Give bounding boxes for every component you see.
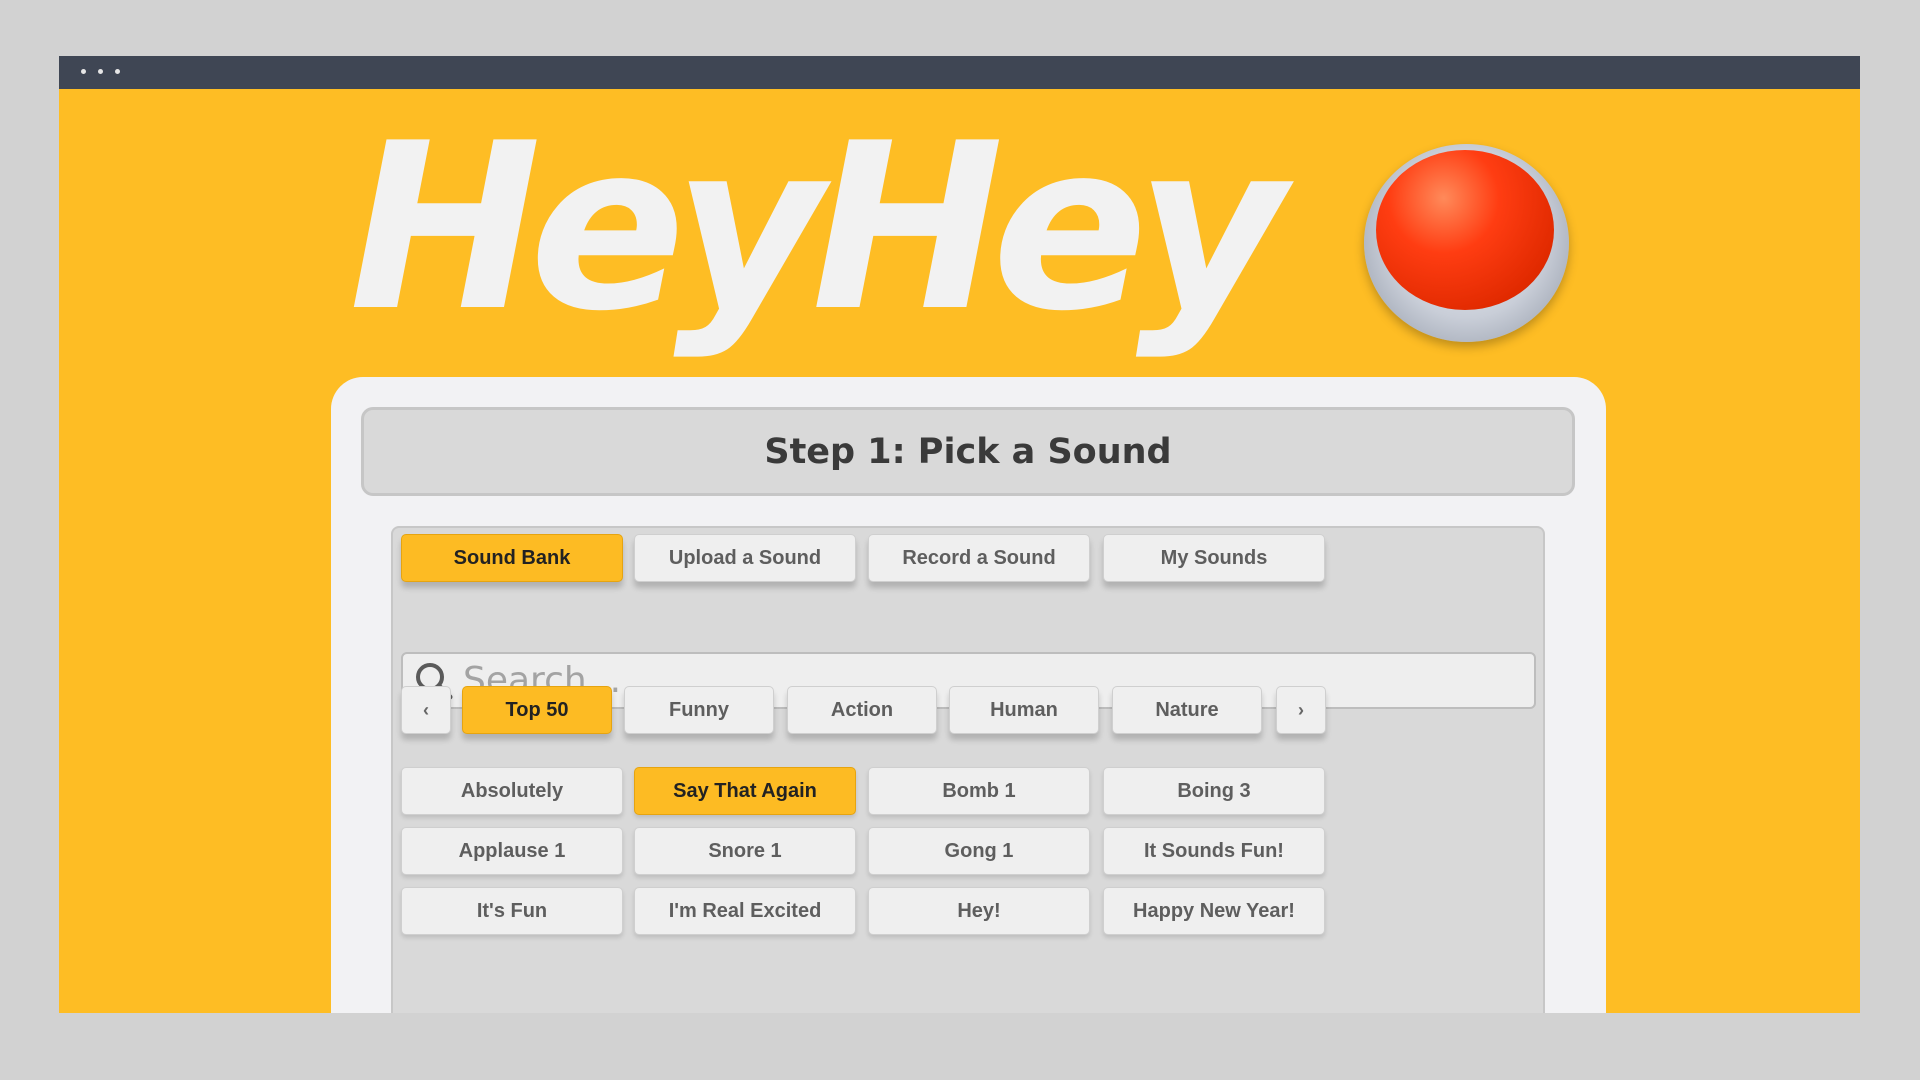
- sound-item[interactable]: Boing 3: [1103, 767, 1325, 815]
- tab-upload-a-sound[interactable]: Upload a Sound: [634, 534, 856, 582]
- sound-item[interactable]: Absolutely: [401, 767, 623, 815]
- sound-item[interactable]: Bomb 1: [868, 767, 1090, 815]
- sound-item[interactable]: Applause 1: [401, 827, 623, 875]
- tab-record-a-sound[interactable]: Record a Sound: [868, 534, 1090, 582]
- sound-item[interactable]: Gong 1: [868, 827, 1090, 875]
- app-window: HeyHey Step 1: Pick a Sound Sound Bank U…: [59, 56, 1860, 1013]
- chevron-left-icon: ‹: [423, 699, 429, 720]
- main-panel: Step 1: Pick a Sound Sound Bank Upload a…: [331, 377, 1606, 1013]
- sound-item[interactable]: I'm Real Excited: [634, 887, 856, 935]
- category-funny[interactable]: Funny: [624, 686, 774, 734]
- sound-item[interactable]: It's Fun: [401, 887, 623, 935]
- app-logo: HeyHey: [349, 95, 1286, 362]
- sound-item[interactable]: Happy New Year!: [1103, 887, 1325, 935]
- category-top-50[interactable]: Top 50: [462, 686, 612, 734]
- sound-item[interactable]: It Sounds Fun!: [1103, 827, 1325, 875]
- window-controls[interactable]: [81, 69, 120, 74]
- tab-my-sounds[interactable]: My Sounds: [1103, 534, 1325, 582]
- category-next-button[interactable]: ›: [1276, 686, 1326, 734]
- category-prev-button[interactable]: ‹: [401, 686, 451, 734]
- step-title: Step 1: Pick a Sound: [361, 407, 1575, 496]
- category-nature[interactable]: Nature: [1112, 686, 1262, 734]
- category-action[interactable]: Action: [787, 686, 937, 734]
- tab-sound-bank[interactable]: Sound Bank: [401, 534, 623, 582]
- sound-item[interactable]: Say That Again: [634, 767, 856, 815]
- window-dot-icon[interactable]: [115, 69, 120, 74]
- sound-picker: Sound Bank Upload a Sound Record a Sound…: [391, 526, 1545, 1013]
- sound-item[interactable]: Snore 1: [634, 827, 856, 875]
- window-dot-icon[interactable]: [98, 69, 103, 74]
- category-human[interactable]: Human: [949, 686, 1099, 734]
- big-red-button-cap: [1376, 150, 1554, 330]
- window-dot-icon[interactable]: [81, 69, 86, 74]
- big-red-button-icon: [1364, 144, 1569, 342]
- window-titlebar: [59, 56, 1860, 89]
- chevron-right-icon: ›: [1298, 699, 1304, 720]
- sound-item[interactable]: Hey!: [868, 887, 1090, 935]
